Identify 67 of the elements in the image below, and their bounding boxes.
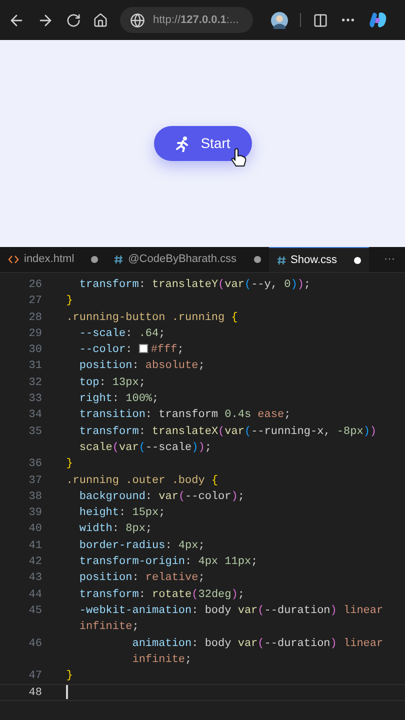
code-line: transform: translateX(var(--running-x, -8px)) (78, 424, 377, 440)
code-line: top: 13px; (78, 376, 146, 391)
line-number: 35 (28, 426, 42, 438)
address-bar[interactable]: http://127.0.0.1:... (120, 7, 253, 33)
line-number: 46 (28, 638, 42, 650)
line-number: 33 (28, 393, 42, 406)
code-line: height: 15px; (78, 506, 166, 522)
line-number: 38 (28, 490, 42, 503)
code-line: } (65, 294, 73, 310)
line-number: 37 (28, 474, 42, 487)
copilot-logo-icon[interactable] (368, 10, 388, 30)
code-line: } (65, 669, 73, 684)
line-number: 31 (28, 360, 42, 372)
line-number: 28 (28, 312, 42, 324)
line-number: 39 (28, 507, 42, 520)
code-line: } (65, 457, 73, 472)
hand-cursor-icon (230, 148, 246, 168)
code-line: .running .outer .body { (65, 474, 218, 489)
editor-tab[interactable]: Show.css (268, 247, 369, 272)
code-line: infinite; (131, 652, 192, 668)
line-number: 29 (28, 328, 42, 340)
line-number: 41 (28, 540, 42, 552)
code-line: infinite; (78, 620, 139, 636)
line-number: 30 (28, 344, 42, 356)
split-screen-icon[interactable] (313, 12, 328, 28)
code-line: transform: translateY(var(--y, 0)); (78, 278, 311, 293)
code-brackets-icon (8, 255, 19, 264)
code-line: transform: rotate(32deg); (78, 588, 244, 603)
code-line: position: absolute; (78, 359, 205, 374)
code-line: border-radius: 4px; (78, 538, 205, 554)
more-actions-button[interactable]: ··· (374, 247, 405, 272)
code-line: position: relative; (78, 571, 205, 586)
code-line: .running-button .running { (65, 310, 238, 326)
code-line: -webkit-animation: body var(--duration) linear (78, 604, 384, 619)
line-number: 27 (28, 295, 42, 308)
code-line: --color: #fff; (78, 343, 184, 358)
code-line: right: 100%; (78, 392, 159, 408)
line-number: 47 (28, 670, 42, 682)
line-number: 40 (28, 523, 42, 536)
line-number: 34 (28, 409, 42, 422)
line-number: 36 (28, 458, 42, 470)
code-line: transition: transform 0.4s ease; (78, 408, 291, 424)
line-number: 43 (28, 572, 42, 584)
home-icon[interactable] (93, 12, 108, 28)
line-number: 32 (28, 376, 42, 389)
code-line: animation: body var(--duration) linear (131, 636, 384, 652)
refresh-icon[interactable] (66, 12, 81, 28)
line-number: 26 (28, 279, 42, 291)
line-number: 45 (28, 604, 42, 617)
line-number: 48 (28, 687, 42, 700)
hash-icon (114, 255, 124, 264)
editor-tab[interactable]: index.html (0, 247, 106, 272)
line-number: 44 (28, 588, 42, 601)
running-person-icon (174, 136, 191, 152)
editor-tab[interactable]: @CodeByBharath.css (106, 247, 269, 272)
code-line: transform-origin: 4px 11px; (78, 555, 258, 570)
code-line: background: var(--color); (78, 490, 244, 505)
code-line: --scale: .64; (78, 326, 166, 342)
line-number: 42 (28, 556, 42, 568)
url-text: http://127.0.0.1:... (153, 12, 239, 28)
start-button[interactable]: Start (154, 126, 252, 161)
text-cursor (66, 685, 68, 700)
profile-avatar-icon[interactable] (271, 12, 288, 28)
code-line: width: 8px; (78, 522, 152, 538)
hash-icon (276, 256, 286, 264)
globe-icon (130, 12, 145, 28)
code-line: scale(var(--scale)); (78, 440, 212, 456)
